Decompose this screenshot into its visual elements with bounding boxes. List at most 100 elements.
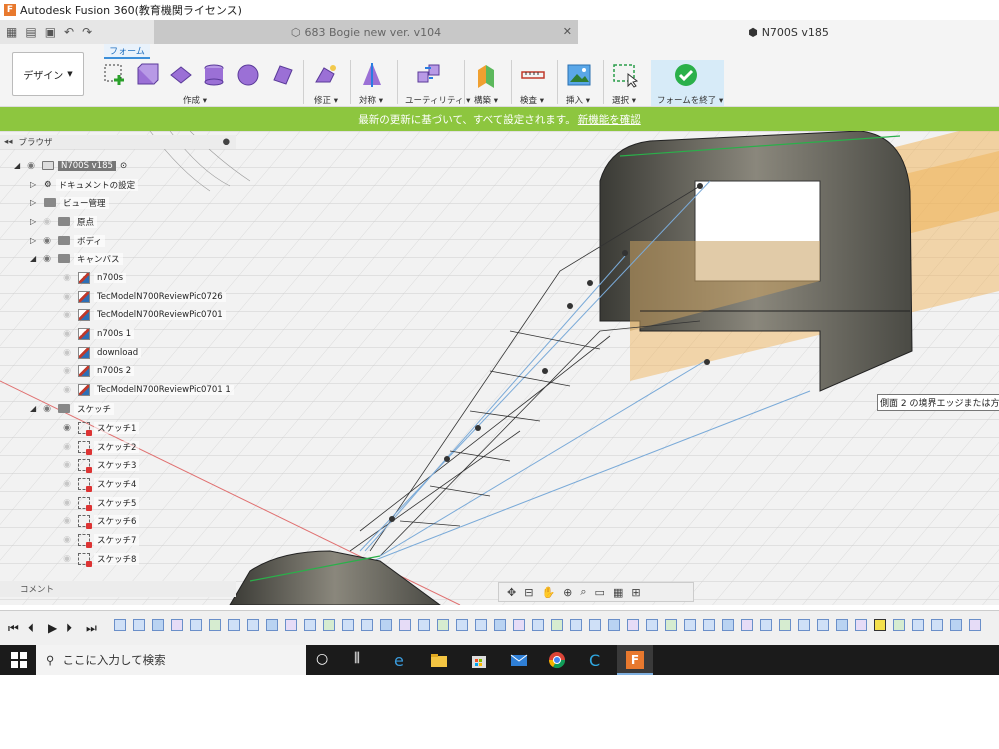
- eye-icon[interactable]: ◉: [40, 254, 54, 264]
- eye-icon[interactable]: ◉: [60, 423, 74, 433]
- sketch-item[interactable]: ◉ スケッチ3: [60, 456, 140, 473]
- utility-group-label[interactable]: ユーティリティ ▾: [405, 94, 470, 106]
- box-icon[interactable]: [134, 62, 160, 88]
- canvas-item[interactable]: ◉ TecModelN700ReviewPic0726: [60, 288, 226, 305]
- select-icon[interactable]: [612, 62, 638, 88]
- timeline-feature-icon[interactable]: [247, 619, 259, 631]
- eye-icon[interactable]: ◉: [60, 329, 74, 339]
- timeline-feature-icon[interactable]: [969, 619, 981, 631]
- app-c-icon[interactable]: C: [587, 651, 605, 669]
- sketch-item[interactable]: ◉ スケッチ8: [60, 550, 140, 567]
- eye-icon[interactable]: ◉: [60, 498, 74, 508]
- timeline-feature-icon[interactable]: [912, 619, 924, 631]
- expand-icon[interactable]: ▷: [30, 236, 40, 245]
- timeline-feature-icon[interactable]: [874, 619, 886, 631]
- timeline-feature-icon[interactable]: [893, 619, 905, 631]
- sketch-item[interactable]: ◉ スケッチ6: [60, 512, 140, 529]
- insert-image-icon[interactable]: [566, 62, 592, 88]
- eye-icon[interactable]: ◉: [60, 460, 74, 470]
- task-view-icon[interactable]: ○: [316, 651, 334, 669]
- timeline-feature-icon[interactable]: [855, 619, 867, 631]
- browser-header[interactable]: ◂◂ ブラウザ ●: [0, 135, 236, 149]
- store-icon[interactable]: [470, 651, 488, 669]
- viewport-canvas[interactable]: [0, 131, 999, 605]
- utility-icon[interactable]: [416, 62, 442, 88]
- close-icon[interactable]: ✕: [563, 25, 572, 38]
- timeline-feature-icon[interactable]: [171, 619, 183, 631]
- undo-icon[interactable]: ↶: [64, 25, 74, 39]
- eye-icon[interactable]: ◉: [60, 292, 74, 302]
- timeline-feature-icon[interactable]: [380, 619, 392, 631]
- comment-panel[interactable]: コメント: [0, 581, 236, 597]
- select-group-label[interactable]: 選択 ▾: [612, 94, 636, 106]
- workspace-switcher[interactable]: デザイン ▼: [12, 52, 84, 96]
- timeline-feature-icon[interactable]: [513, 619, 525, 631]
- display-settings-icon[interactable]: ▭: [595, 586, 605, 599]
- tab-bogie[interactable]: ⬡ 683 Bogie new ver. v104 ✕: [154, 20, 578, 44]
- tree-item-settings[interactable]: ▷ ⚙ ドキュメントの設定: [30, 176, 139, 193]
- step-back-icon[interactable]: ⏴: [28, 621, 34, 636]
- edge-browser-icon[interactable]: e: [392, 651, 410, 669]
- timeline-feature-icon[interactable]: [836, 619, 848, 631]
- timeline-feature-icon[interactable]: [589, 619, 601, 631]
- grid-menu-icon[interactable]: ▦: [6, 25, 17, 39]
- timeline-feature-icon[interactable]: [114, 619, 126, 631]
- timeline-feature-icon[interactable]: [494, 619, 506, 631]
- timeline-feature-icon[interactable]: [399, 619, 411, 631]
- canvas-item[interactable]: ◉ download: [60, 344, 142, 361]
- sketch-item[interactable]: ◉ スケッチ7: [60, 531, 140, 548]
- taskbar-search[interactable]: ⚲ ここに入力して検索: [36, 645, 306, 675]
- canvas-item[interactable]: ◉ n700s: [60, 269, 127, 286]
- pan-icon[interactable]: ✋: [541, 586, 555, 599]
- timeline-feature-icon[interactable]: [798, 619, 810, 631]
- modify-icon[interactable]: [313, 62, 339, 88]
- fusion-taskbar-button[interactable]: F: [617, 645, 653, 675]
- timeline-feature-icon[interactable]: [209, 619, 221, 631]
- timeline-feature-icon[interactable]: [665, 619, 677, 631]
- viewports-icon[interactable]: ⊞: [631, 586, 640, 599]
- timeline-feature-icon[interactable]: [931, 619, 943, 631]
- sketch-item[interactable]: ◉ スケッチ2: [60, 438, 140, 455]
- timeline-feature-icon[interactable]: [532, 619, 544, 631]
- checkmark-icon[interactable]: [673, 62, 699, 88]
- go-to-start-icon[interactable]: ⏮: [8, 621, 19, 636]
- timeline-feature-icon[interactable]: [133, 619, 145, 631]
- timeline-feature-icon[interactable]: [323, 619, 335, 631]
- symmetry-group-label[interactable]: 対称 ▾: [359, 94, 383, 106]
- expand-icon[interactable]: ▷: [30, 198, 40, 207]
- timeline-feature-icon[interactable]: [760, 619, 772, 631]
- eye-icon[interactable]: ◉: [40, 217, 54, 227]
- fit-icon[interactable]: ⌕: [580, 585, 586, 599]
- timeline-feature-icon[interactable]: [228, 619, 240, 631]
- timeline-feature-icon[interactable]: [551, 619, 563, 631]
- orbit-icon[interactable]: ✥: [507, 586, 516, 599]
- modify-group-label[interactable]: 修正 ▾: [314, 94, 338, 106]
- timeline-feature-icon[interactable]: [684, 619, 696, 631]
- expand-icon[interactable]: ◢: [30, 254, 40, 263]
- construct-group-label[interactable]: 構築 ▾: [474, 94, 498, 106]
- eye-icon[interactable]: ◉: [24, 161, 38, 171]
- save-icon[interactable]: ▣: [45, 25, 56, 39]
- eye-icon[interactable]: ◉: [60, 273, 74, 283]
- file-icon[interactable]: ▤: [25, 25, 36, 39]
- canvas-item[interactable]: ◉ TecModelN700ReviewPic0701: [60, 306, 226, 323]
- expand-icon[interactable]: ◢: [30, 404, 40, 413]
- timeline-feature-icon[interactable]: [418, 619, 430, 631]
- plane-icon[interactable]: [168, 62, 194, 88]
- symmetry-icon[interactable]: [359, 62, 385, 88]
- tree-item-sketches[interactable]: ◢ ◉ スケッチ: [30, 400, 115, 417]
- panel-dot-icon[interactable]: ●: [223, 137, 230, 147]
- eye-icon[interactable]: ◉: [60, 442, 74, 452]
- timeline-feature-icon[interactable]: [266, 619, 278, 631]
- cylinder-icon[interactable]: [201, 62, 227, 88]
- play-icon[interactable]: ▶: [48, 621, 57, 635]
- timeline-feature-icon[interactable]: [722, 619, 734, 631]
- expand-icon[interactable]: ▷: [30, 217, 40, 226]
- eye-icon[interactable]: ◉: [60, 535, 74, 545]
- timeline-feature-icon[interactable]: [190, 619, 202, 631]
- timeline-feature-icon[interactable]: [703, 619, 715, 631]
- widgets-icon[interactable]: ⫼: [354, 651, 372, 669]
- sketch-create-icon[interactable]: [102, 62, 128, 88]
- eye-icon[interactable]: ◉: [40, 236, 54, 246]
- tree-item-origin[interactable]: ▷ ◉ 原点: [30, 213, 98, 230]
